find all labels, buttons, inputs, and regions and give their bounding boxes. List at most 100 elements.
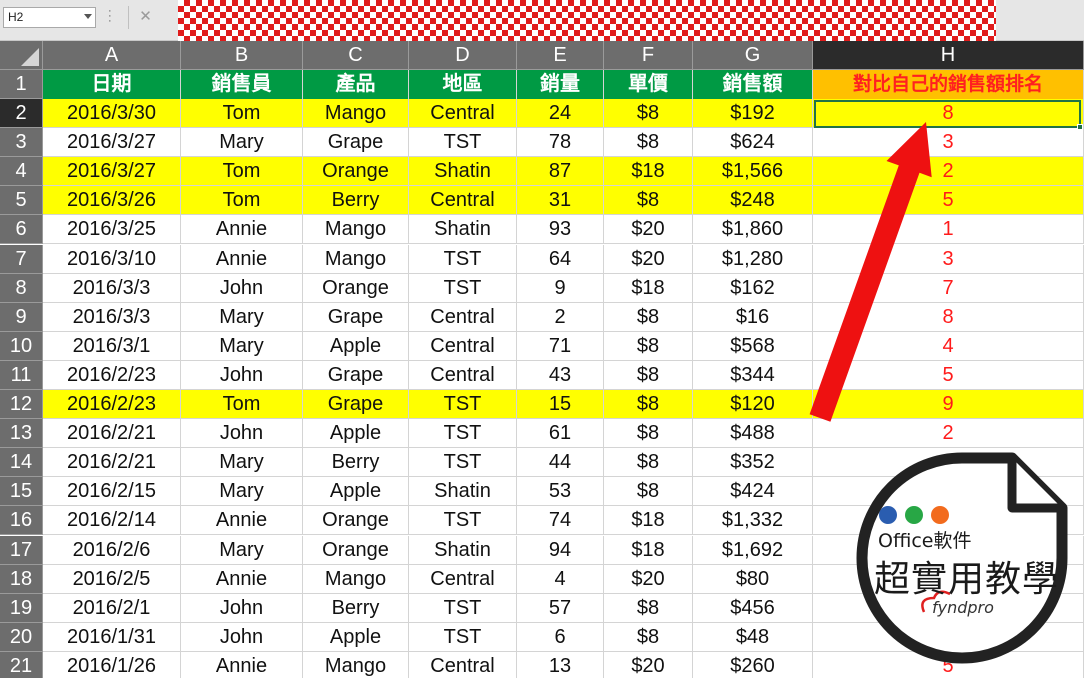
row-header-15[interactable]: 15 [0, 477, 43, 507]
cell-a10[interactable]: 2016/3/1 [43, 331, 181, 361]
header-cell-f[interactable]: 單價 [604, 70, 693, 99]
column-header-g[interactable]: G [693, 41, 813, 70]
cell-g9[interactable]: $16 [693, 302, 813, 332]
cell-e13[interactable]: 61 [517, 419, 604, 449]
cell-g2[interactable]: $192 [693, 99, 813, 129]
cell-g6[interactable]: $1,860 [693, 215, 813, 245]
cell-b9[interactable]: Mary [181, 302, 303, 332]
cell-a8[interactable]: 2016/3/3 [43, 273, 181, 303]
row-header-11[interactable]: 11 [0, 360, 43, 390]
cell-b5[interactable]: Tom [181, 186, 303, 216]
cell-f20[interactable]: $8 [604, 622, 693, 652]
cell-h11[interactable]: 5 [813, 360, 1084, 390]
row-header-8[interactable]: 8 [0, 273, 43, 303]
cell-e12[interactable]: 15 [517, 390, 604, 420]
cell-h8[interactable]: 7 [813, 273, 1084, 303]
cell-h2[interactable]: 8 [813, 99, 1084, 129]
cell-e3[interactable]: 78 [517, 128, 604, 158]
cell-d15[interactable]: Shatin [409, 477, 517, 507]
row-header-18[interactable]: 18 [0, 564, 43, 594]
row-header-10[interactable]: 10 [0, 331, 43, 361]
row-header-21[interactable]: 21 [0, 651, 43, 678]
cell-e8[interactable]: 9 [517, 273, 604, 303]
cell-h4[interactable]: 2 [813, 157, 1084, 187]
cell-g18[interactable]: $80 [693, 564, 813, 594]
column-header-b[interactable]: B [181, 41, 303, 70]
cell-a6[interactable]: 2016/3/25 [43, 215, 181, 245]
cell-g3[interactable]: $624 [693, 128, 813, 158]
cell-c13[interactable]: Apple [303, 419, 409, 449]
cell-c21[interactable]: Mango [303, 651, 409, 678]
column-header-f[interactable]: F [604, 41, 693, 70]
cell-f6[interactable]: $20 [604, 215, 693, 245]
formula-bar-grip-icon[interactable]: · · · [108, 6, 112, 27]
header-cell-c[interactable]: 產品 [303, 70, 409, 99]
cell-c3[interactable]: Grape [303, 128, 409, 158]
cell-g17[interactable]: $1,692 [693, 535, 813, 565]
cell-a12[interactable]: 2016/2/23 [43, 390, 181, 420]
cell-d10[interactable]: Central [409, 331, 517, 361]
header-cell-d[interactable]: 地區 [409, 70, 517, 99]
cell-h12[interactable]: 9 [813, 390, 1084, 420]
cell-e9[interactable]: 2 [517, 302, 604, 332]
row-header-17[interactable]: 17 [0, 535, 43, 565]
cell-f16[interactable]: $18 [604, 506, 693, 536]
cell-c8[interactable]: Orange [303, 273, 409, 303]
cell-d2[interactable]: Central [409, 99, 517, 129]
cell-g20[interactable]: $48 [693, 622, 813, 652]
cell-b19[interactable]: John [181, 593, 303, 623]
cell-a20[interactable]: 2016/1/31 [43, 622, 181, 652]
cell-d14[interactable]: TST [409, 448, 517, 478]
cell-f5[interactable]: $8 [604, 186, 693, 216]
cell-f7[interactable]: $20 [604, 244, 693, 274]
column-header-e[interactable]: E [517, 41, 604, 70]
cell-e19[interactable]: 57 [517, 593, 604, 623]
cell-c5[interactable]: Berry [303, 186, 409, 216]
cell-f2[interactable]: $8 [604, 99, 693, 129]
cell-g13[interactable]: $488 [693, 419, 813, 449]
cell-d12[interactable]: TST [409, 390, 517, 420]
cell-f4[interactable]: $18 [604, 157, 693, 187]
name-box-dropdown-icon[interactable] [84, 14, 92, 19]
cell-f17[interactable]: $18 [604, 535, 693, 565]
cell-a13[interactable]: 2016/2/21 [43, 419, 181, 449]
cell-a11[interactable]: 2016/2/23 [43, 360, 181, 390]
cell-c10[interactable]: Apple [303, 331, 409, 361]
cell-b8[interactable]: John [181, 273, 303, 303]
cell-d9[interactable]: Central [409, 302, 517, 332]
cell-f15[interactable]: $8 [604, 477, 693, 507]
cell-d13[interactable]: TST [409, 419, 517, 449]
column-header-d[interactable]: D [409, 41, 517, 70]
row-header-13[interactable]: 13 [0, 419, 43, 449]
cell-b3[interactable]: Mary [181, 128, 303, 158]
header-cell-b[interactable]: 銷售員 [181, 70, 303, 99]
cell-b16[interactable]: Annie [181, 506, 303, 536]
cell-a16[interactable]: 2016/2/14 [43, 506, 181, 536]
cell-g7[interactable]: $1,280 [693, 244, 813, 274]
cell-c19[interactable]: Berry [303, 593, 409, 623]
cell-e2[interactable]: 24 [517, 99, 604, 129]
cell-d4[interactable]: Shatin [409, 157, 517, 187]
row-header-2[interactable]: 2 [0, 99, 43, 129]
cell-h3[interactable]: 3 [813, 128, 1084, 158]
cell-c14[interactable]: Berry [303, 448, 409, 478]
cell-e15[interactable]: 53 [517, 477, 604, 507]
cell-a21[interactable]: 2016/1/26 [43, 651, 181, 678]
row-header-20[interactable]: 20 [0, 622, 43, 652]
cell-g19[interactable]: $456 [693, 593, 813, 623]
column-header-c[interactable]: C [303, 41, 409, 70]
cell-g15[interactable]: $424 [693, 477, 813, 507]
cell-e10[interactable]: 71 [517, 331, 604, 361]
cell-a14[interactable]: 2016/2/21 [43, 448, 181, 478]
formula-cancel-button[interactable]: ✕ [128, 6, 162, 29]
cell-d8[interactable]: TST [409, 273, 517, 303]
cell-b17[interactable]: Mary [181, 535, 303, 565]
cell-c18[interactable]: Mango [303, 564, 409, 594]
cell-c20[interactable]: Apple [303, 622, 409, 652]
cell-g21[interactable]: $260 [693, 651, 813, 678]
cell-f10[interactable]: $8 [604, 331, 693, 361]
column-header-a[interactable]: A [43, 41, 181, 70]
cell-g12[interactable]: $120 [693, 390, 813, 420]
row-header-9[interactable]: 9 [0, 302, 43, 332]
cell-d11[interactable]: Central [409, 360, 517, 390]
